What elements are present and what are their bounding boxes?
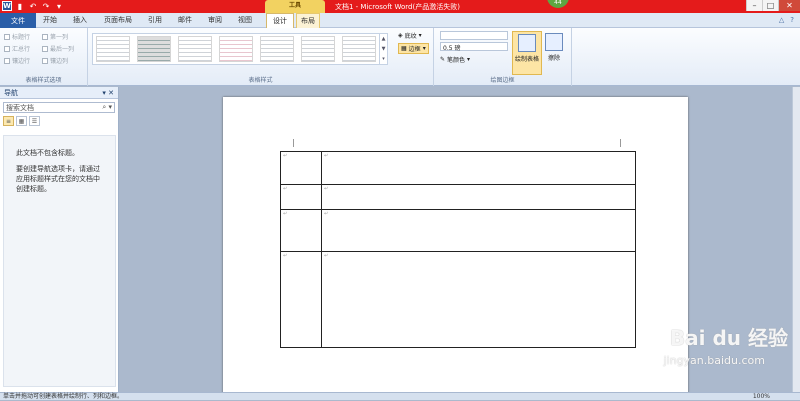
table-cell[interactable]: ↵ [321,251,636,348]
group-label-table-styles: 表格样式 [248,77,273,84]
tab-mailings[interactable]: 邮件 [178,15,192,25]
maximize-button[interactable]: □ [762,0,778,11]
navigation-header: 导航 ▾ ✕ [0,87,118,99]
table-style-swatch[interactable] [219,36,253,62]
status-bar: 单击并拖动可创建表格并绘制行、列和边框。 100% [0,392,800,400]
shading-button[interactable]: ◈ 底纹 ▾ [398,31,422,40]
watermark-logo: Bai du 经验 [669,326,788,350]
table-cell[interactable]: ↵ [280,151,322,185]
group-label-draw-borders: 绘图边框 [490,77,515,84]
help-icon[interactable]: ? [790,16,794,24]
draw-table-icon [518,34,536,52]
document-table[interactable]: ↵ ↵ ↵ ↵ ↵ ↵ ↵ ↵ [280,151,636,348]
navigation-view-tabs: ≡ ▦ ☰ [3,116,115,126]
document-page[interactable]: ↵ ↵ ↵ ↵ ↵ ↵ ↵ ↵ [223,97,688,397]
pen-color-icon: ✎ [440,56,446,63]
checkbox-banded-columns[interactable]: 镶边列 [42,56,68,65]
ribbon: 标题行 第一列 汇总行 最后一列 镶边行 镶边列 表格样式选项 表格样式 ▲ ▼ ▾… [0,28,800,86]
table-cell[interactable]: ↵ [321,209,636,252]
status-message: 单击并拖动可创建表格并绘制行、列和边框。 [3,393,124,400]
table-style-swatch[interactable] [260,36,294,62]
crop-mark [620,139,621,147]
redo-icon[interactable]: ↷ [41,1,51,11]
tab-home[interactable]: 开始 [43,15,57,25]
quick-access-toolbar: W ▮ ↶ ↷ ▾ [2,1,64,11]
minimize-button[interactable]: – [746,0,762,11]
checkbox-first-column[interactable]: 第一列 [42,32,68,41]
pen-color-button[interactable]: ✎ 笔颜色 ▾ [440,55,470,64]
title-bar: W ▮ ↶ ↷ ▾ 44 工具 文档1 - Microsoft Word(产品激… [0,0,800,13]
group-label-table-style-options: 表格样式选项 [25,77,62,84]
search-icon[interactable]: ⌕ ▾ [102,103,112,112]
table-style-swatch[interactable] [342,36,376,62]
tab-insert[interactable]: 插入 [73,15,87,25]
save-icon[interactable]: ▮ [15,1,25,11]
window-controls: – □ ✕ [746,0,800,11]
checkbox-banded-rows[interactable]: 镶边行 [4,56,30,65]
window-title: 文档1 - Microsoft Word(产品激活失败) [335,3,460,11]
checkbox-last-column[interactable]: 最后一列 [42,44,74,53]
table-style-swatch[interactable] [96,36,130,62]
navigation-body: 此文档不包含标题。 要创建导航选项卡，请通过应用标题样式在您的文档中创建标题。 [3,135,116,387]
group-table-style-options: 标题行 第一列 汇总行 最后一列 镶边行 镶边列 表格样式选项 [0,28,88,86]
table-cell[interactable]: ↵ [321,151,636,185]
table-tools-label: 工具 [288,2,301,9]
table-cell[interactable]: ↵ [280,209,322,252]
ribbon-right-controls: △ ? [779,16,794,24]
tab-view[interactable]: 视图 [238,15,252,25]
checkbox-header-row[interactable]: 标题行 [4,32,30,41]
navigation-title: 导航 [4,88,18,97]
word-app-icon[interactable]: W [2,1,12,11]
table-cell[interactable]: ↵ [280,184,322,210]
crop-mark [293,139,294,147]
line-style-dropdown[interactable] [440,31,508,40]
table-tools-context-header: 44 工具 [265,0,569,13]
browse-headings-icon[interactable]: ≡ [3,116,14,126]
borders-button[interactable]: ▦ 边框 ▾ [398,43,429,54]
checkbox-total-row[interactable]: 汇总行 [4,44,30,53]
borders-icon: ▦ [401,45,407,52]
navigation-close-icon[interactable]: ▾ ✕ [102,89,114,97]
table-cell[interactable]: ↵ [321,184,636,210]
table-style-swatch[interactable] [178,36,212,62]
no-headings-message: 此文档不包含标题。 [16,149,79,157]
line-weight-dropdown[interactable]: 0.5 磅 [440,42,508,52]
tab-page-layout[interactable]: 页面布局 [104,15,132,25]
navigation-pane: 导航 ▾ ✕ 搜索文档 ⌕ ▾ ≡ ▦ ☰ 此文档不包含标题。 要创建导航选项卡… [0,87,119,392]
browse-pages-icon[interactable]: ▦ [16,116,27,126]
tab-file[interactable]: 文件 [0,13,36,28]
gallery-scroll[interactable]: ▲ ▼ ▾ [379,34,387,64]
table-cell[interactable]: ↵ [280,251,322,348]
shading-icon: ◈ [398,32,403,39]
watermark-url: jingyan.baidu.com [663,354,765,367]
table-style-swatch[interactable] [137,36,171,62]
undo-icon[interactable]: ↶ [28,1,38,11]
notification-badge: 44 [547,0,569,8]
tab-review[interactable]: 审阅 [208,15,222,25]
draw-table-button[interactable]: 绘制表格 [512,31,542,75]
tab-layout[interactable]: 布局 [296,13,320,29]
customize-qat-icon[interactable]: ▾ [54,1,64,11]
ribbon-tabs: 文件 开始 插入 页面布局 引用 邮件 审阅 视图 设计 布局 △ ? [0,13,800,29]
table-style-swatch[interactable] [301,36,335,62]
eraser-button[interactable]: 擦除 [543,31,565,75]
vertical-scrollbar[interactable] [792,87,800,392]
eraser-icon [545,33,563,51]
close-button[interactable]: ✕ [778,0,800,11]
create-headings-hint: 要创建导航选项卡，请通过应用标题样式在您的文档中创建标题。 [16,165,100,193]
search-document-input[interactable]: 搜索文档 ⌕ ▾ [3,102,115,113]
table-styles-gallery: ▲ ▼ ▾ [92,33,388,65]
browse-results-icon[interactable]: ☰ [29,116,40,126]
minimize-ribbon-icon[interactable]: △ [779,16,784,24]
tab-references[interactable]: 引用 [148,15,162,25]
tab-design[interactable]: 设计 [266,13,294,29]
search-placeholder: 搜索文档 [6,103,34,112]
